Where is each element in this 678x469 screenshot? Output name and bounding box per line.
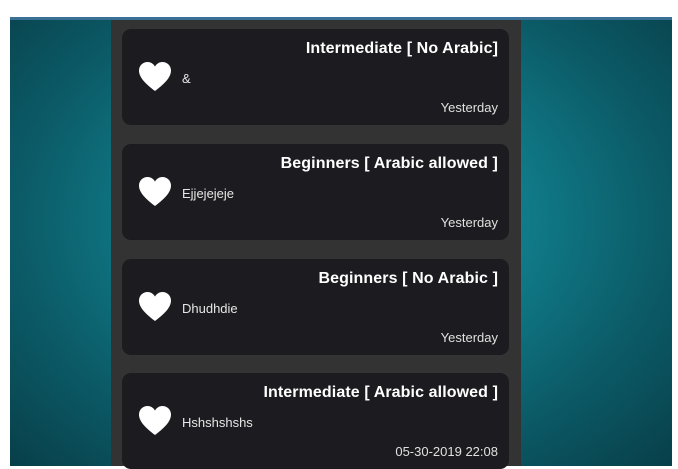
heart-icon[interactable] xyxy=(138,405,172,437)
message-list[interactable]: Intermediate [ No Arabic] & Yesterday Be… xyxy=(111,20,521,469)
card-title: Beginners [ Arabic allowed ] xyxy=(280,155,498,172)
card-timestamp: Yesterday xyxy=(440,100,498,115)
card-message: Dhudhdie xyxy=(182,301,238,316)
card-message: Ejjejejeje xyxy=(182,186,235,201)
card-timestamp: 05-30-2019 22:08 xyxy=(395,444,498,459)
message-card[interactable]: Beginners [ No Arabic ] Dhudhdie Yesterd… xyxy=(122,259,509,355)
card-message: Hshshshshs xyxy=(182,415,253,430)
heart-icon[interactable] xyxy=(138,61,172,93)
message-card[interactable]: Intermediate [ Arabic allowed ] Hshshshs… xyxy=(122,373,509,469)
message-card[interactable]: Intermediate [ No Arabic] & Yesterday xyxy=(122,29,509,125)
card-title: Intermediate [ No Arabic] xyxy=(305,40,498,57)
card-title: Beginners [ No Arabic ] xyxy=(318,270,498,287)
heart-icon[interactable] xyxy=(138,176,172,208)
message-card[interactable]: Beginners [ Arabic allowed ] Ejjejejeje … xyxy=(122,144,509,240)
card-title: Intermediate [ Arabic allowed ] xyxy=(263,384,498,401)
card-timestamp: Yesterday xyxy=(440,215,498,230)
top-bar xyxy=(0,0,678,20)
card-message: & xyxy=(182,71,191,86)
card-timestamp: Yesterday xyxy=(440,330,498,345)
heart-icon[interactable] xyxy=(138,291,172,323)
